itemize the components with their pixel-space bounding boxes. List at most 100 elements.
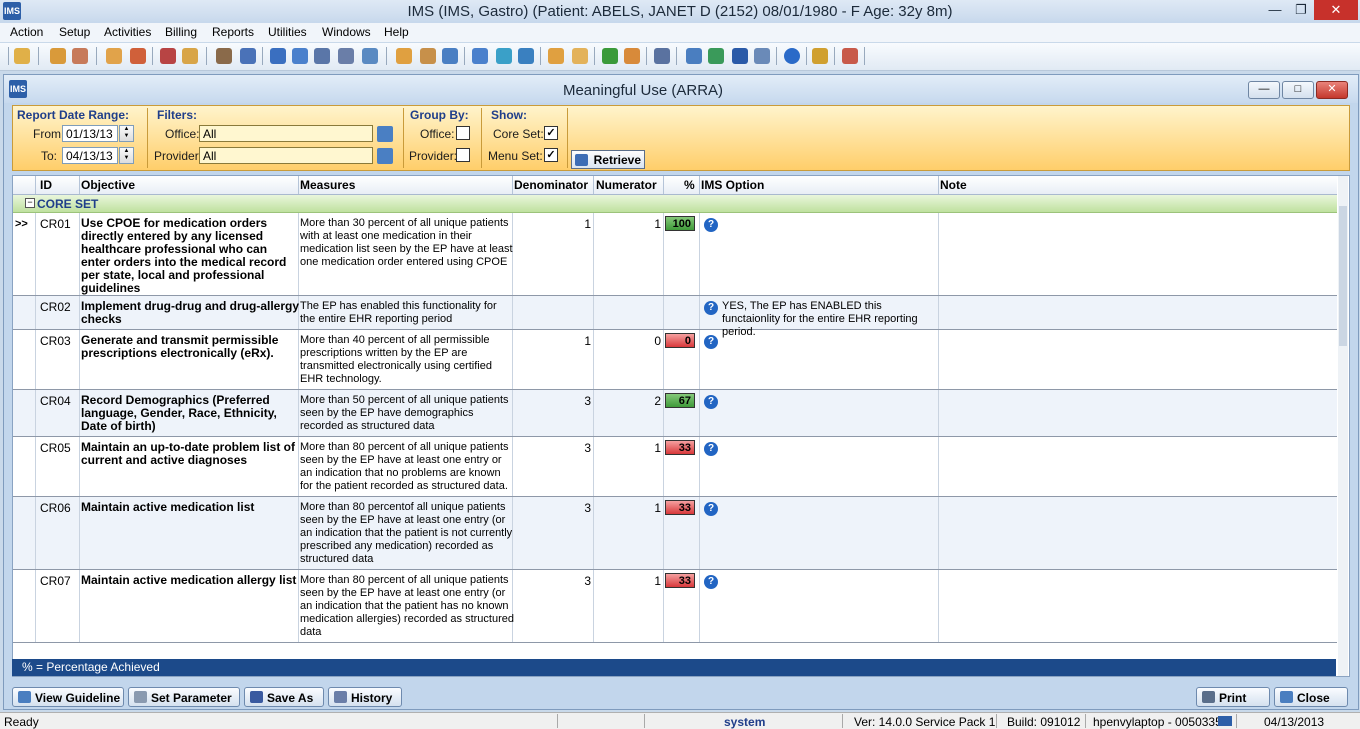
back-icon[interactable]	[472, 48, 488, 64]
network-icon[interactable]	[518, 48, 534, 64]
menu-help[interactable]: Help	[384, 25, 409, 39]
building-icon[interactable]	[654, 48, 670, 64]
view-guideline-button[interactable]: View Guideline	[12, 687, 124, 707]
history-button[interactable]: History	[328, 687, 402, 707]
menu-activities[interactable]: Activities	[104, 25, 151, 39]
cell-divider	[938, 390, 939, 436]
collapse-icon[interactable]: −	[25, 198, 35, 208]
menu-windows[interactable]: Windows	[322, 25, 371, 39]
menu-setup[interactable]: Setup	[59, 25, 90, 39]
patient-icon[interactable]	[14, 48, 30, 64]
toolbar-separator	[464, 47, 465, 65]
user-icon[interactable]	[50, 48, 66, 64]
exchange-icon[interactable]	[708, 48, 724, 64]
column-measures[interactable]: Measures	[300, 178, 355, 192]
lock-icon[interactable]	[812, 48, 828, 64]
group-label: CORE SET	[37, 197, 99, 211]
calendar-icon[interactable]	[396, 48, 412, 64]
user-edit-icon[interactable]	[72, 48, 88, 64]
column-numerator[interactable]: Numerator	[596, 178, 657, 192]
report-grid-icon[interactable]	[548, 48, 564, 64]
menu-billing[interactable]: Billing	[165, 25, 197, 39]
billing-icon[interactable]	[314, 48, 330, 64]
claims-icon[interactable]	[338, 48, 354, 64]
help-icon[interactable]: ?	[704, 575, 718, 589]
menu-utilities[interactable]: Utilities	[268, 25, 307, 39]
sync-icon[interactable]	[292, 48, 308, 64]
column-percent[interactable]: %	[684, 178, 695, 192]
exit-icon[interactable]	[842, 48, 858, 64]
column-objective[interactable]: Objective	[81, 178, 135, 192]
transfer-icon[interactable]	[270, 48, 286, 64]
vertical-scrollbar[interactable]	[1338, 176, 1348, 676]
provider-lookup-icon[interactable]	[377, 148, 393, 164]
window-maximize-icon[interactable]: □	[1282, 81, 1314, 99]
reports-icon[interactable]	[442, 48, 458, 64]
to-date-field[interactable]: 04/13/13	[62, 147, 118, 164]
globe-icon[interactable]	[496, 48, 512, 64]
retrieve-button[interactable]: Retrieve	[571, 150, 645, 169]
table-row[interactable]: CR04 Record Demographics (Preferred langu…	[13, 390, 1337, 437]
help-icon[interactable]: ?	[704, 442, 718, 456]
table-row[interactable]: CR03 Generate and transmit permissible pr…	[13, 330, 1337, 390]
column-denominator[interactable]: Denominator	[514, 178, 588, 192]
bar-chart-icon[interactable]	[602, 48, 618, 64]
window-close-icon[interactable]: ✕	[1316, 81, 1348, 99]
restore-icon[interactable]: ❐	[1288, 0, 1314, 20]
prescription-icon[interactable]	[160, 48, 176, 64]
table-row[interactable]: CR06 Maintain active medication list More …	[13, 497, 1337, 570]
to-date-spinner[interactable]: ▲ ▼	[119, 147, 134, 164]
group-provider-checkbox[interactable]	[456, 148, 470, 162]
set-parameter-button[interactable]: Set Parameter	[128, 687, 240, 707]
word-icon[interactable]	[732, 48, 748, 64]
help-icon[interactable]: ?	[704, 502, 718, 516]
print-button[interactable]: Print	[1196, 687, 1270, 707]
table-row[interactable]: CR05 Maintain an up-to-date problem list …	[13, 437, 1337, 497]
history-icon	[334, 691, 347, 703]
folder-icon[interactable]	[106, 48, 122, 64]
chart-icon[interactable]	[240, 48, 256, 64]
cell-id: CR07	[40, 574, 71, 588]
from-date-spinner[interactable]: ▲ ▼	[119, 125, 134, 142]
close-icon[interactable]: ✕	[1314, 0, 1358, 20]
toolbar-separator	[206, 47, 207, 65]
close-button[interactable]: Close	[1274, 687, 1348, 707]
help-icon[interactable]: ?	[704, 301, 718, 315]
document-icon[interactable]	[216, 48, 232, 64]
menu-action[interactable]: Action	[10, 25, 43, 39]
schedule-icon[interactable]	[420, 48, 436, 64]
provider-filter-field[interactable]: All	[199, 147, 373, 164]
lab-flask-icon[interactable]	[182, 48, 198, 64]
from-date-field[interactable]: 01/13/13	[62, 125, 118, 142]
note-edit-icon[interactable]	[130, 48, 146, 64]
menu-reports[interactable]: Reports	[212, 25, 254, 39]
group-provider-label: Provider:	[409, 149, 458, 163]
provider-icon[interactable]	[624, 48, 640, 64]
group-row-core-set[interactable]: − CORE SET	[13, 195, 1337, 213]
core-set-checkbox[interactable]: ✓	[544, 126, 558, 140]
help-icon[interactable]: ?	[704, 218, 718, 232]
cell-denominator: 3	[584, 501, 591, 515]
window-minimize-icon[interactable]: —	[1248, 81, 1280, 99]
group-office-checkbox[interactable]	[456, 126, 470, 140]
edit-doc-icon[interactable]	[754, 48, 770, 64]
column-id[interactable]: ID	[40, 178, 52, 192]
import-icon[interactable]	[686, 48, 702, 64]
table-row[interactable]: CR02 Implement drug-drug and drug-allergy…	[13, 296, 1337, 338]
help-icon[interactable]: ?	[704, 395, 718, 409]
scrollbar-thumb[interactable]	[1339, 206, 1347, 346]
table-row[interactable]: >> CR01 Use CPOE for medication orders dir…	[13, 213, 1337, 296]
table-row[interactable]: CR07 Maintain active medication allergy l…	[13, 570, 1337, 643]
minimize-icon[interactable]: —	[1262, 0, 1288, 20]
help-icon[interactable]	[784, 48, 800, 64]
office-lookup-icon[interactable]	[377, 126, 393, 142]
column-note[interactable]: Note	[940, 178, 967, 192]
menu-set-checkbox[interactable]: ✓	[544, 148, 558, 162]
help-icon[interactable]: ?	[704, 335, 718, 349]
save-as-button[interactable]: Save As	[244, 687, 324, 707]
status-version: Ver: 14.0.0 Service Pack 1	[854, 715, 996, 729]
report-edit-icon[interactable]	[572, 48, 588, 64]
office-filter-field[interactable]: All	[199, 125, 373, 142]
column-ims-option[interactable]: IMS Option	[701, 178, 764, 192]
payment-icon[interactable]	[362, 48, 378, 64]
